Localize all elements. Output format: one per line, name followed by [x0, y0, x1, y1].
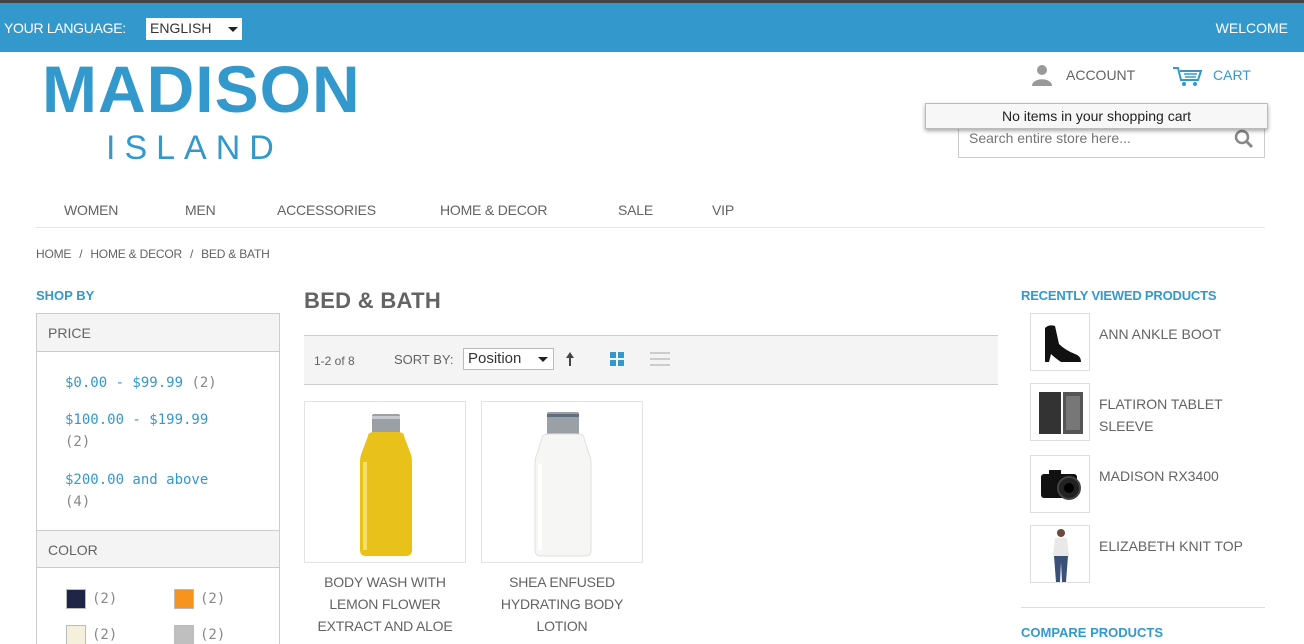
recent-item-name[interactable]: FLATIRON TABLET SLEEVE — [1099, 393, 1269, 437]
product-name-line[interactable]: LOTION — [537, 618, 588, 634]
nav-item-accessories[interactable]: ACCESSORIES — [277, 202, 376, 218]
color-filter-header[interactable]: COLOR — [37, 530, 279, 568]
sort-by-label: SORT BY: — [394, 352, 454, 367]
bottle-image — [534, 412, 592, 557]
nav-item-men[interactable]: MEN — [185, 202, 216, 218]
price-count: (4) — [65, 494, 91, 510]
category-title: BED & BATH — [304, 288, 442, 313]
cart-tooltip: No items in your shopping cart — [925, 103, 1268, 129]
product-toolbar: 1-2 of 8 SORT BY: Position — [304, 335, 998, 385]
breadcrumb-separator: / — [79, 247, 83, 261]
recent-item-thumb[interactable] — [1030, 455, 1090, 513]
search-icon[interactable] — [1234, 129, 1254, 149]
color-count: (2) — [92, 591, 118, 607]
color-swatch-navy[interactable] — [66, 589, 86, 609]
product-card[interactable]: SHEA ENFUSED HYDRATING BODY LOTION — [481, 401, 643, 637]
product-name-line[interactable]: SHEA ENFUSED — [509, 574, 615, 590]
price-filter-option[interactable]: $0.00 - $99.99 (2) — [65, 375, 217, 391]
price-filter-option[interactable]: $200.00 and above (4) — [65, 469, 265, 513]
sort-select[interactable]: Position — [463, 348, 554, 370]
recent-item-name[interactable]: ELIZABETH KNIT TOP — [1099, 535, 1269, 557]
color-count: (2) — [92, 627, 118, 643]
color-swatch-cream[interactable] — [66, 625, 86, 644]
product-name[interactable]: BODY WASH WITH LEMON FLOWER EXTRACT AND … — [304, 571, 466, 637]
nav-item-vip[interactable]: VIP — [712, 202, 734, 218]
product-card[interactable]: BODY WASH WITH LEMON FLOWER EXTRACT AND … — [304, 401, 466, 637]
language-label: YOUR LANGUAGE: — [4, 20, 126, 36]
language-select[interactable]: ENGLISH — [146, 18, 242, 40]
price-range-label[interactable]: $0.00 - $99.99 — [65, 375, 183, 391]
main-nav: WOMEN MEN ACCESSORIES HOME & DECOR SALE … — [36, 200, 1265, 228]
color-count: (2) — [200, 591, 226, 607]
breadcrumb-separator: / — [189, 247, 194, 261]
product-name-line[interactable]: EXTRACT AND ALOE — [317, 618, 452, 634]
product-image[interactable] — [481, 401, 643, 563]
price-count: (2) — [191, 375, 217, 391]
boot-image — [1045, 325, 1081, 362]
product-name[interactable]: SHEA ENFUSED HYDRATING BODY LOTION — [481, 571, 643, 637]
logo-main[interactable]: MADISON — [42, 54, 361, 124]
bottle-image — [360, 414, 412, 556]
sort-value: Position — [468, 350, 522, 367]
tablet-sleeve-image — [1039, 392, 1083, 434]
recent-item-thumb[interactable] — [1030, 383, 1090, 441]
product-name-line[interactable]: LEMON FLOWER — [329, 596, 440, 612]
caret-down-icon — [538, 357, 548, 362]
language-value: ENGLISH — [150, 20, 212, 36]
breadcrumb-home-decor[interactable]: HOME & DECOR — [90, 247, 182, 261]
breadcrumb-home[interactable]: HOME — [36, 247, 71, 261]
sort-direction-icon[interactable] — [564, 350, 576, 368]
color-swatch-orange[interactable] — [174, 589, 194, 609]
price-range-label[interactable]: $100.00 - $199.99 — [65, 412, 208, 428]
knit-top-image — [1053, 529, 1069, 582]
price-filter-header[interactable]: PRICE — [37, 314, 279, 352]
recent-item-thumb[interactable] — [1030, 313, 1090, 371]
logo-sub[interactable]: ISLAND — [106, 128, 283, 168]
caret-down-icon — [228, 27, 238, 32]
recently-viewed-title: RECENTLY VIEWED PRODUCTS — [1021, 288, 1217, 303]
filter-panel: PRICE $0.00 - $99.99 (2) $100.00 - $199.… — [36, 313, 280, 644]
top-bar: YOUR LANGUAGE: ENGLISH WELCOME — [0, 0, 1304, 52]
recent-item-thumb[interactable] — [1030, 525, 1090, 583]
price-count: (2) — [65, 434, 91, 450]
recent-item-name[interactable]: ANN ANKLE BOOT — [1099, 323, 1269, 345]
account-icon[interactable] — [1030, 64, 1054, 86]
nav-item-home-decor[interactable]: HOME & DECOR — [440, 202, 547, 218]
color-swatch-gray[interactable] — [174, 625, 194, 644]
product-name-line[interactable]: BODY WASH WITH — [324, 574, 446, 590]
breadcrumb-current: BED & BATH — [201, 247, 270, 261]
cart-link[interactable]: CART — [1213, 67, 1251, 83]
price-range-label[interactable]: $200.00 and above — [65, 472, 208, 488]
cart-icon[interactable] — [1172, 66, 1204, 88]
grid-view-icon[interactable] — [610, 352, 624, 366]
compare-products-title: COMPARE PRODUCTS — [1021, 625, 1164, 640]
camera-image — [1041, 470, 1081, 500]
divider — [1021, 607, 1265, 608]
account-link[interactable]: ACCOUNT — [1066, 67, 1135, 83]
item-count: 1-2 of 8 — [314, 354, 355, 368]
breadcrumb: HOME / HOME & DECOR / BED & BATH — [36, 247, 270, 261]
product-image[interactable] — [304, 401, 466, 563]
welcome-text: WELCOME — [1215, 20, 1288, 36]
nav-item-women[interactable]: WOMEN — [64, 202, 118, 218]
list-view-icon[interactable] — [650, 352, 670, 366]
product-name-line[interactable]: HYDRATING BODY — [501, 596, 623, 612]
recent-item-name[interactable]: MADISON RX3400 — [1099, 465, 1269, 487]
price-filter-option[interactable]: $100.00 - $199.99 (2) — [65, 409, 265, 453]
nav-item-sale[interactable]: SALE — [618, 202, 653, 218]
color-count: (2) — [200, 627, 226, 643]
shop-by-title: SHOP BY — [36, 288, 95, 303]
